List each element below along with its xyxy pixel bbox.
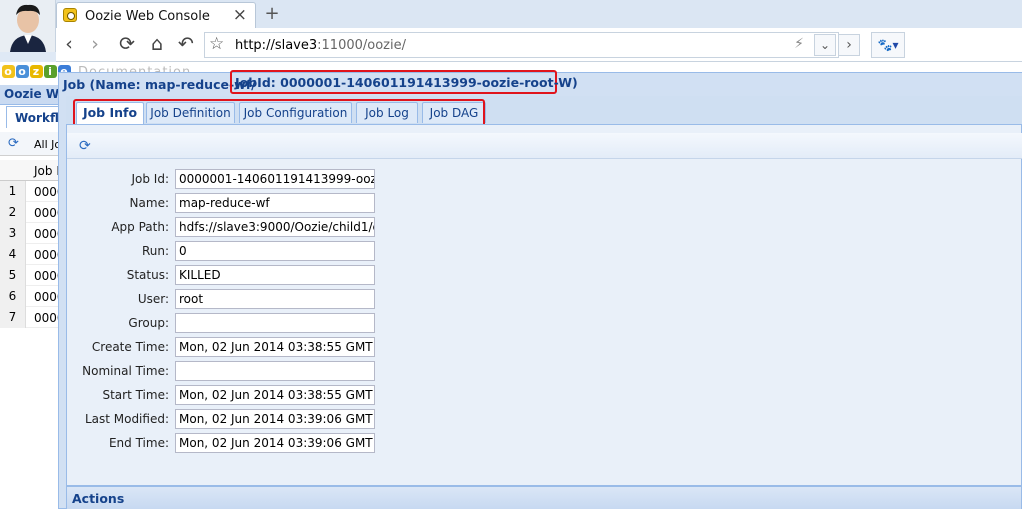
tab-workflow-jobs[interactable]: Workflow Jobs: [6, 106, 66, 128]
close-tab-icon[interactable]: ×: [233, 5, 247, 25]
refresh-icon[interactable]: ⟳: [79, 138, 95, 154]
field-row-end-time: End Time: Mon, 02 Jun 2014 03:39:06 GMT: [67, 433, 1022, 453]
table-row[interactable]: 5 0000: [0, 265, 65, 286]
field-row-status: Status: KILLED: [67, 265, 1022, 285]
nominal-time-field[interactable]: [175, 361, 375, 381]
job-window-jobid: JobId: 0000001-140601191413999-oozie-roo…: [235, 75, 578, 90]
field-label: End Time:: [108, 436, 169, 450]
table-row[interactable]: 3 0000: [0, 223, 65, 244]
field-label: Group:: [128, 316, 169, 330]
lightning-icon[interactable]: ⚡: [794, 36, 804, 52]
browser-tab[interactable]: Oozie Web Console ×: [56, 2, 256, 28]
logo-letter: z: [30, 65, 43, 78]
new-tab-button[interactable]: +: [262, 4, 282, 24]
create-time-field[interactable]: Mon, 02 Jun 2014 03:38:55 GMT: [175, 337, 375, 357]
jobs-table: Job Id 1 0000 2 0000 3 0000 4 0000 5 0000 6 00…: [0, 160, 67, 328]
field-label: Job Id:: [131, 172, 169, 186]
user-avatar[interactable]: [0, 0, 56, 52]
actions-title: Actions: [72, 491, 125, 506]
url-path: :11000/oozie/: [317, 38, 406, 53]
home-button[interactable]: ⌂: [146, 33, 168, 55]
run-field[interactable]: 0: [175, 241, 375, 261]
row-number: 2: [0, 202, 26, 223]
navigation-bar: ‹ › ⟳ ⌂ ↶ ☆ http://slave3:11000/oozie/ ⚡…: [56, 28, 1022, 62]
field-row-create-time: Create Time: Mon, 02 Jun 2014 03:38:55 GM…: [67, 337, 1022, 357]
row-number: 1: [0, 181, 26, 202]
group-field[interactable]: [175, 313, 375, 333]
user-field[interactable]: root: [175, 289, 375, 309]
table-row[interactable]: 2 0000: [0, 202, 65, 223]
field-label: Last Modified:: [84, 412, 169, 426]
field-row-last-modified: Last Modified: Mon, 02 Jun 2014 03:39:06 …: [67, 409, 1022, 429]
start-time-field[interactable]: Mon, 02 Jun 2014 03:38:55 GMT: [175, 385, 375, 405]
last-modified-field[interactable]: Mon, 02 Jun 2014 03:39:06 GMT: [175, 409, 375, 429]
name-field[interactable]: map-reduce-wf: [175, 193, 375, 213]
field-label: Nominal Time:: [82, 364, 169, 378]
logo-letter: i: [44, 65, 57, 78]
job-window-title: Job (Name: map-reduce-wf/: [63, 77, 256, 92]
field-label: Run:: [141, 244, 169, 258]
row-number: 6: [0, 286, 26, 307]
undo-close-button[interactable]: ↶: [175, 33, 197, 55]
end-time-field[interactable]: Mon, 02 Jun 2014 03:39:06 GMT: [175, 433, 375, 453]
oozie-favicon-icon: [63, 8, 77, 22]
row-number: 4: [0, 244, 26, 265]
field-row-job-id: Job Id: 0000001-140601191413999-oozie-: [67, 169, 1022, 189]
address-dropdown-button[interactable]: ⌄: [814, 34, 836, 56]
row-number: 3: [0, 223, 26, 244]
forward-button[interactable]: ›: [84, 33, 106, 55]
address-bar[interactable]: ☆ http://slave3:11000/oozie/ ⚡: [204, 32, 839, 58]
table-row[interactable]: 4 0000: [0, 244, 65, 265]
field-label: Name:: [129, 196, 169, 210]
reload-button[interactable]: ⟳: [116, 33, 138, 55]
field-row-group: Group:: [67, 313, 1022, 333]
table-row[interactable]: 6 0000: [0, 286, 65, 307]
job-info-panel: ⟳ Job Id: 0000001-140601191413999-oozie- …: [66, 124, 1022, 486]
refresh-icon[interactable]: ⟳: [8, 137, 22, 151]
go-forward-button[interactable]: ›: [838, 34, 860, 56]
browser-chrome: Oozie Web Console × + ‹ › ⟳ ⌂ ↶ ☆ http:/…: [0, 0, 1022, 62]
job-id-field[interactable]: 0000001-140601191413999-oozie-: [175, 169, 375, 189]
table-row[interactable]: 1 0000: [0, 181, 65, 202]
field-label: Create Time:: [91, 340, 169, 354]
row-number: 5: [0, 265, 26, 286]
logo-letter: o: [2, 65, 15, 78]
field-label: Status:: [126, 268, 169, 282]
url-text[interactable]: http://slave3:11000/oozie/: [235, 38, 406, 53]
field-row-name: Name: map-reduce-wf: [67, 193, 1022, 213]
tab-title: Oozie Web Console: [85, 9, 210, 24]
field-row-app-path: App Path: hdfs://slave3:9000/Oozie/child1…: [67, 217, 1022, 237]
field-label: User:: [137, 292, 169, 306]
actions-panel-header[interactable]: Actions: [66, 486, 1022, 509]
field-label: Start Time:: [102, 388, 169, 402]
logo-letter: o: [16, 65, 29, 78]
tab-bar: Oozie Web Console × +: [56, 0, 1022, 28]
status-field[interactable]: KILLED: [175, 265, 375, 285]
bookmark-star-icon[interactable]: ☆: [209, 34, 224, 54]
url-host: http://slave3: [235, 38, 318, 53]
table-row[interactable]: 7 0000: [0, 307, 65, 328]
table-header: Job Id: [0, 160, 67, 181]
job-info-toolbar: ⟳: [67, 133, 1022, 159]
back-button[interactable]: ‹: [58, 33, 80, 55]
paw-search-button[interactable]: 🐾▾: [871, 32, 905, 58]
field-row-nominal-time: Nominal Time:: [67, 361, 1022, 381]
app-path-field[interactable]: hdfs://slave3:9000/Oozie/child1/ex: [175, 217, 375, 237]
field-row-start-time: Start Time: Mon, 02 Jun 2014 03:38:55 GMT: [67, 385, 1022, 405]
row-number: 7: [0, 307, 26, 328]
field-label: App Path:: [111, 220, 169, 234]
jobs-toolbar: ⟳ All Jobs: [0, 132, 74, 156]
field-row-user: User: root: [67, 289, 1022, 309]
field-row-run: Run: 0: [67, 241, 1022, 261]
